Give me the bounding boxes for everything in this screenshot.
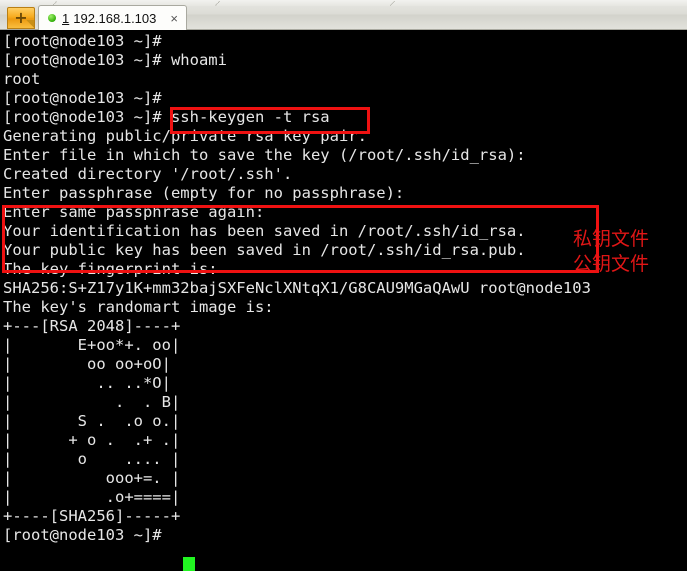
terminal-line: [root@node103 ~]#	[3, 32, 162, 50]
terminal-output: [root@node103 ~]# [root@node103 ~]# whoa…	[3, 32, 687, 545]
window-tab-bar: + 1 192.168.1.103 ×	[0, 0, 687, 30]
new-tab-corner-fold	[26, 20, 34, 28]
connection-status-icon	[48, 14, 56, 22]
terminal-line: | S . .o o.|	[3, 412, 181, 430]
terminal-line: Enter same passphrase again:	[3, 203, 265, 221]
terminal-line: +----[SHA256]-----+	[3, 507, 181, 525]
terminal-cursor	[183, 557, 195, 571]
terminal-line: | o .... |	[3, 450, 181, 468]
terminal-line: | + o . .+ .|	[3, 431, 181, 449]
terminal-line: | .o+====|	[3, 488, 181, 506]
terminal-line: The key's randomart image is:	[3, 298, 274, 316]
terminal-line: | E+oo*+. oo|	[3, 336, 181, 354]
tab-title-label: 192.168.1.103	[73, 10, 157, 26]
tab-192-168-1-103[interactable]: 1 192.168.1.103 ×	[38, 5, 187, 30]
terminal-line: Created directory '/root/.ssh'.	[3, 165, 293, 183]
close-icon[interactable]: ×	[170, 12, 178, 25]
terminal-line: [root@node103 ~]# ssh-keygen -t rsa	[3, 108, 330, 126]
terminal-line: [root@node103 ~]# whoami	[3, 51, 227, 69]
terminal-line: Enter file in which to save the key (/ro…	[3, 146, 526, 164]
terminal-line: Enter passphrase (empty for no passphras…	[3, 184, 405, 202]
terminal-line: SHA256:S+Z17y1K+mm32bajSXFeNclXNtqX1/G8C…	[3, 279, 591, 297]
terminal-prompt-line: [root@node103 ~]#	[3, 526, 162, 544]
annotation-public-key-file: 公钥文件	[573, 253, 650, 275]
terminal-line: | ooo+=. |	[3, 469, 181, 487]
terminal-line: | . . B|	[3, 393, 181, 411]
terminal-line: +---[RSA 2048]----+	[3, 317, 181, 335]
terminal-screen[interactable]: [root@node103 ~]# [root@node103 ~]# whoa…	[0, 30, 687, 571]
window-grip-dot	[215, 1, 220, 6]
terminal-line: | oo oo+oO|	[3, 355, 171, 373]
new-tab-button[interactable]: +	[7, 7, 35, 29]
terminal-line: Generating public/private rsa key pair.	[3, 127, 367, 145]
window-grip-dot	[390, 1, 395, 6]
terminal-line: root	[3, 70, 41, 88]
terminal-line: [root@node103 ~]#	[3, 89, 162, 107]
annotation-private-key-file: 私钥文件	[573, 228, 650, 250]
terminal-line: | .. ..*O|	[3, 374, 171, 392]
tab-index-label: 1	[62, 10, 70, 26]
